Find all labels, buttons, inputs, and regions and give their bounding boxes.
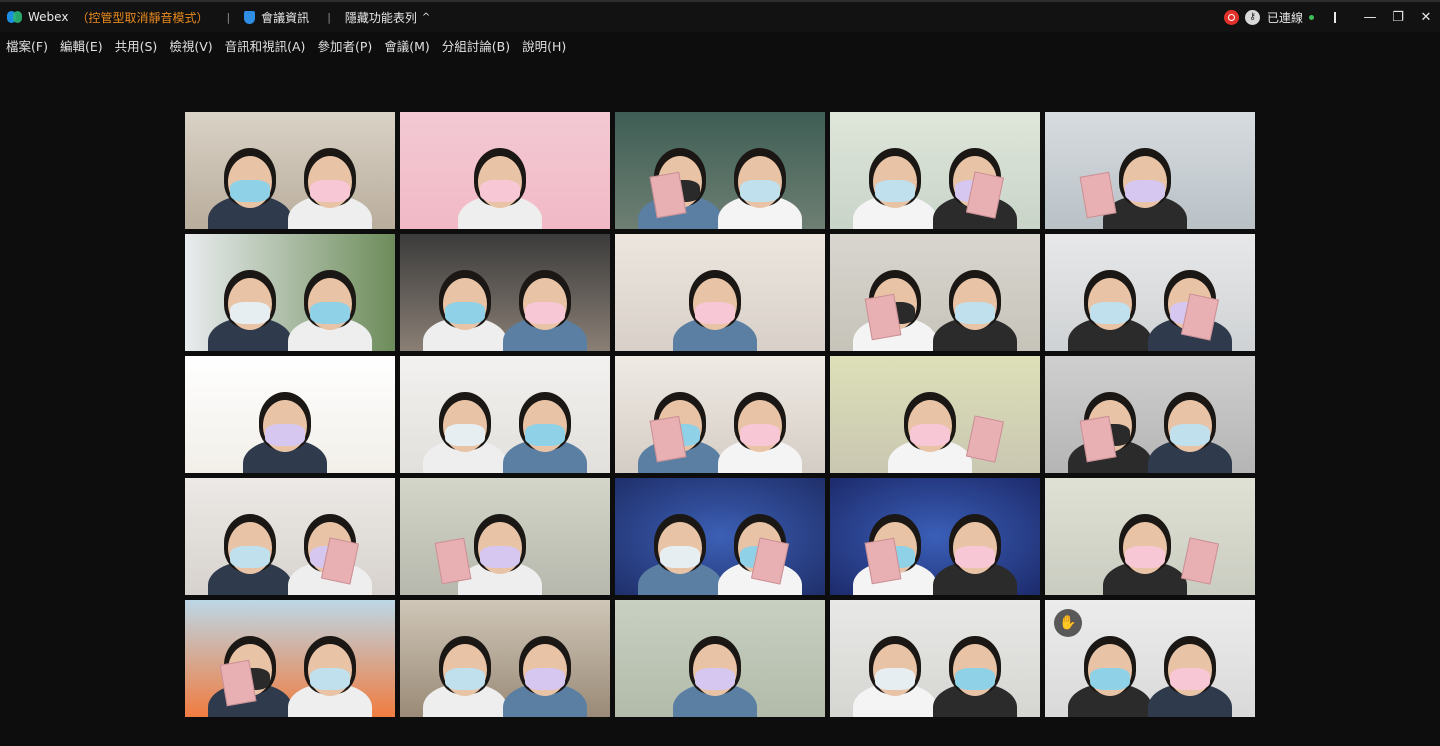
face-mask — [445, 302, 485, 324]
menu-view[interactable]: 檢視(V) — [169, 36, 212, 55]
participant-video-tile[interactable] — [185, 478, 395, 595]
face-mask — [695, 668, 735, 690]
record-icon[interactable] — [1223, 9, 1239, 25]
face-mask — [525, 668, 565, 690]
participant-video-tile[interactable] — [830, 600, 1040, 717]
raise-hand-icon: ✋ — [1054, 609, 1082, 637]
participant-video-tile[interactable] — [830, 356, 1040, 473]
title-bar: Webex （控管型取消靜音模式） | 會議資訊 | 隱藏功能表列 ^ ⚷ 已連… — [0, 0, 1440, 32]
meeting-info-button[interactable]: 會議資訊 — [261, 9, 309, 26]
participant-video-tile[interactable] — [615, 600, 825, 717]
menu-participants[interactable]: 參加者(P) — [317, 36, 372, 55]
face-mask — [310, 302, 350, 324]
face-mask — [955, 302, 995, 324]
participant-video-tile[interactable] — [1045, 356, 1255, 473]
participant-video-tile[interactable] — [400, 112, 610, 229]
title-separator: | — [226, 10, 231, 24]
face-mask — [875, 668, 915, 690]
participant-video-tile[interactable] — [400, 478, 610, 595]
restore-button[interactable]: ❐ — [1384, 10, 1412, 25]
title-right-controls: ⚷ 已連線 — ❐ ✕ — [1223, 2, 1440, 32]
participant-video-tile[interactable] — [185, 356, 395, 473]
face-mask — [525, 302, 565, 324]
face-mask — [445, 668, 485, 690]
app-name: Webex — [28, 10, 69, 24]
face-mask — [1170, 668, 1210, 690]
hide-menu-bar-button[interactable]: 隱藏功能表列 ^ — [345, 9, 430, 26]
participant-video-tile[interactable] — [830, 234, 1040, 351]
chevron-up-icon: ^ — [421, 11, 431, 23]
face-mask — [310, 180, 350, 202]
mute-mode-indicator[interactable]: （控管型取消靜音模式） — [76, 9, 208, 26]
face-mask — [1170, 424, 1210, 446]
participant-video-tile[interactable] — [1045, 234, 1255, 351]
face-mask — [955, 546, 995, 568]
connection-status: 已連線 — [1266, 10, 1303, 25]
participant-video-tile[interactable]: ✋ — [1045, 600, 1255, 717]
key-icon[interactable]: ⚷ — [1244, 9, 1260, 25]
participant-video-tile[interactable] — [400, 234, 610, 351]
face-mask — [695, 302, 735, 324]
face-mask — [1125, 180, 1165, 202]
face-mask — [230, 180, 270, 202]
hide-menu-label: 隱藏功能表列 — [344, 10, 417, 25]
face-mask — [1125, 546, 1165, 568]
face-mask — [660, 546, 700, 568]
menu-file[interactable]: 檔案(F) — [6, 36, 48, 55]
face-mask — [230, 546, 270, 568]
face-mask — [525, 424, 565, 446]
participant-video-tile[interactable] — [185, 112, 395, 229]
face-mask — [230, 302, 270, 324]
menu-bar: 檔案(F) 編輯(E) 共用(S) 檢視(V) 音訊和視訊(A) 參加者(P) … — [0, 32, 1440, 58]
menu-breakout[interactable]: 分組討論(B) — [442, 36, 510, 55]
face-mask — [265, 424, 305, 446]
participant-video-tile[interactable] — [400, 600, 610, 717]
participant-video-tile[interactable] — [1045, 112, 1255, 229]
face-mask — [875, 180, 915, 202]
face-mask — [955, 668, 995, 690]
participant-video-tile[interactable] — [185, 600, 395, 717]
face-mask — [310, 668, 350, 690]
menu-audio-video[interactable]: 音訊和視訊(A) — [225, 36, 306, 55]
participant-video-tile[interactable] — [830, 478, 1040, 595]
face-mask — [740, 424, 780, 446]
name-card — [1079, 171, 1117, 219]
webex-logo-icon — [7, 11, 23, 23]
participant-video-tile[interactable] — [830, 112, 1040, 229]
face-mask — [480, 180, 520, 202]
menu-share[interactable]: 共用(S) — [115, 36, 158, 55]
participant-video-tile[interactable] — [615, 234, 825, 351]
name-card — [1180, 537, 1220, 585]
face-mask — [1090, 668, 1130, 690]
video-grid: ✋ — [185, 112, 1255, 717]
face-mask — [740, 180, 780, 202]
participant-video-tile[interactable] — [1045, 478, 1255, 595]
participant-video-tile[interactable] — [615, 478, 825, 595]
divider — [1334, 11, 1336, 23]
face-mask — [1090, 302, 1130, 324]
name-card — [965, 415, 1005, 463]
face-mask — [480, 546, 520, 568]
close-button[interactable]: ✕ — [1412, 10, 1440, 25]
participant-video-tile[interactable] — [185, 234, 395, 351]
shield-icon — [244, 10, 256, 24]
participant-video-tile[interactable] — [400, 356, 610, 473]
face-mask — [445, 424, 485, 446]
participant-video-tile[interactable] — [615, 356, 825, 473]
minimize-button[interactable]: — — [1356, 10, 1384, 25]
connection-dot-icon — [1309, 14, 1314, 20]
name-card — [434, 537, 472, 585]
menu-help[interactable]: 說明(H) — [522, 36, 566, 55]
face-mask — [910, 424, 950, 446]
participant-video-tile[interactable] — [615, 112, 825, 229]
title-separator-2: | — [327, 10, 331, 24]
menu-edit[interactable]: 編輯(E) — [60, 36, 103, 55]
menu-meeting[interactable]: 會議(M) — [384, 36, 430, 55]
